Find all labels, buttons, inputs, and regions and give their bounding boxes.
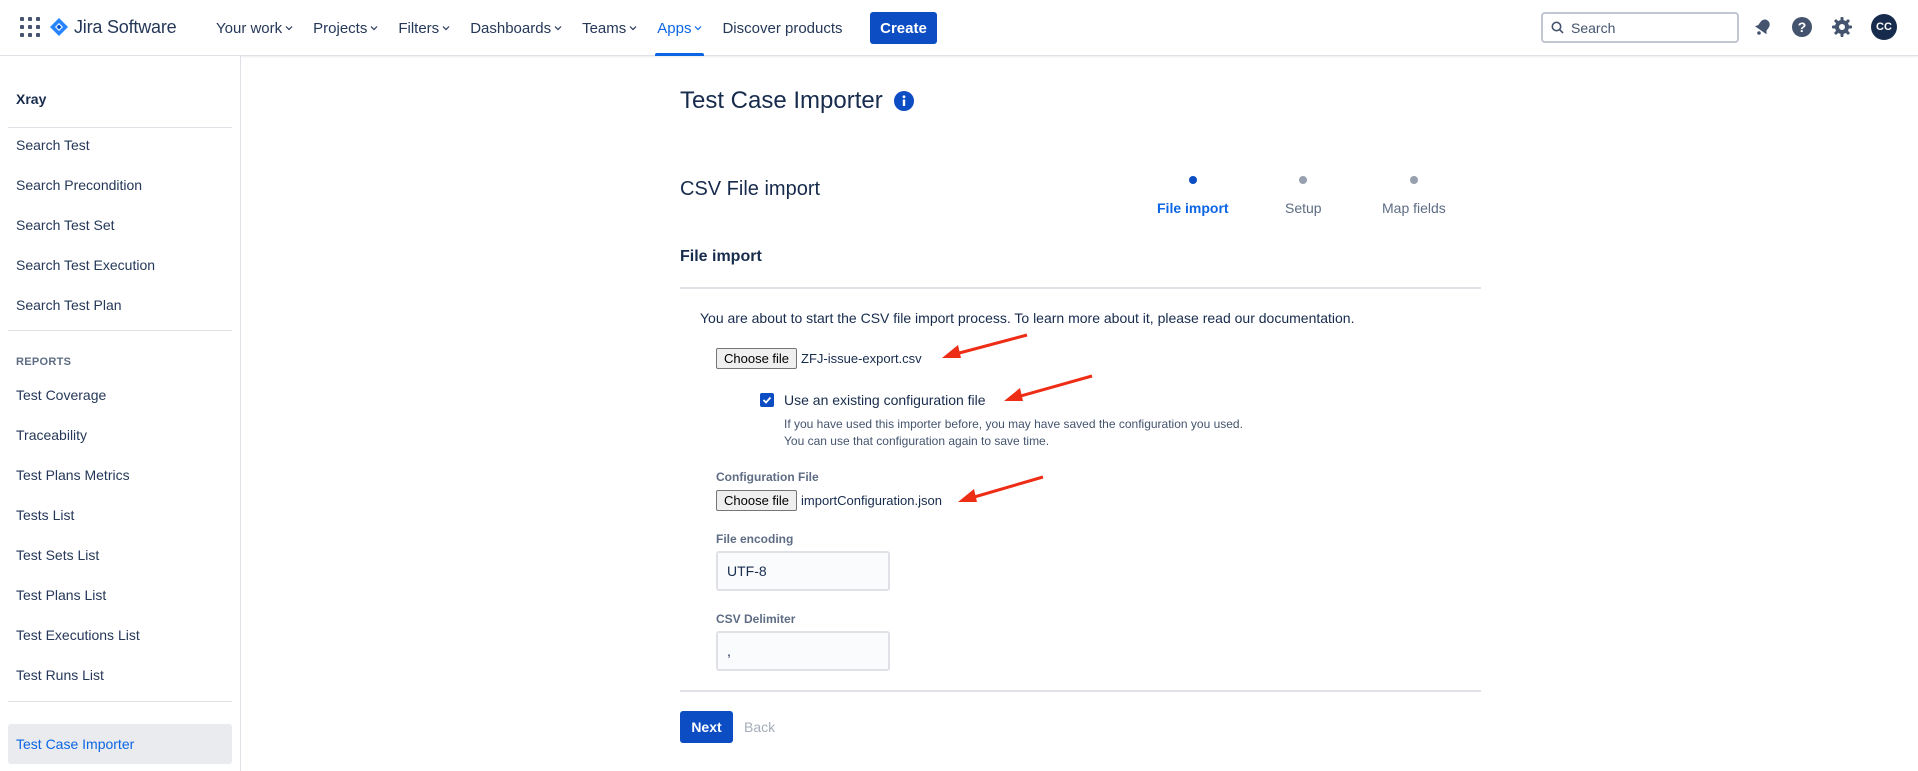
product-name: Jira Software — [74, 16, 177, 37]
sidebar: Xray Search Test Search Precondition Sea… — [0, 56, 241, 771]
sidebar-divider — [8, 330, 232, 331]
sidebar-item-test-plans-list[interactable]: Test Plans List — [16, 587, 106, 603]
nav-discover-products[interactable]: Discover products — [712, 0, 852, 56]
nav-your-work[interactable]: Your work — [206, 0, 303, 56]
sidebar-item-tests-list[interactable]: Tests List — [16, 507, 74, 523]
sidebar-item-search-test-plan[interactable]: Search Test Plan — [16, 297, 122, 313]
config-file-name: importConfiguration.json — [801, 493, 942, 508]
use-config-option[interactable]: Use an existing configuration file — [760, 392, 986, 408]
step-label: Setup — [1285, 200, 1322, 216]
nav-apps[interactable]: Apps — [647, 0, 712, 56]
search-input[interactable] — [1571, 19, 1721, 36]
sidebar-item-test-coverage[interactable]: Test Coverage — [16, 387, 106, 403]
annotation-arrow-icon — [942, 333, 1028, 358]
nav-label: Teams — [582, 19, 627, 37]
sidebar-item-test-runs-list[interactable]: Test Runs List — [16, 667, 104, 683]
choose-config-file-button[interactable]: Choose file — [716, 490, 798, 511]
step-dot — [1299, 176, 1308, 184]
chevron-down-icon — [442, 26, 450, 31]
section-title: CSV File import — [680, 178, 821, 200]
user-avatar[interactable]: CC — [1871, 14, 1897, 40]
step-label: File import — [1157, 200, 1229, 216]
chevron-down-icon — [629, 26, 637, 31]
step-label: Map fields — [1382, 200, 1446, 216]
nav-label: Filters — [398, 19, 440, 37]
chevron-down-icon — [695, 26, 702, 31]
primary-nav: Your work Projects Filters Dashboards Te… — [206, 0, 853, 56]
help-icon[interactable]: ? — [1790, 15, 1814, 39]
next-button[interactable]: Next — [680, 711, 733, 743]
jira-logo[interactable]: Jira Software — [50, 14, 177, 40]
sidebar-item-test-executions-list[interactable]: Test Executions List — [16, 627, 140, 643]
divider — [680, 690, 1481, 692]
chevron-down-icon — [285, 26, 293, 31]
use-config-label: Use an existing configuration file — [784, 392, 986, 408]
choose-file-button[interactable]: Choose file — [716, 348, 798, 369]
sidebar-item-search-test[interactable]: Search Test — [16, 137, 90, 153]
use-config-checkbox[interactable] — [760, 393, 774, 407]
nav-label: Your work — [216, 19, 283, 37]
step-map-fields: Map fields — [1382, 176, 1446, 216]
chevron-down-icon — [370, 26, 378, 31]
nav-label: Discover products — [722, 19, 843, 37]
annotation-arrow-icon — [958, 475, 1044, 502]
nav-label: Dashboards — [470, 19, 552, 37]
step-file-import: File import — [1157, 176, 1229, 216]
nav-teams[interactable]: Teams — [572, 0, 647, 56]
csv-file-picker[interactable]: Choose file ZFJ-issue-export.csv — [716, 348, 922, 369]
divider — [680, 287, 1481, 289]
config-file-picker[interactable]: Choose file importConfiguration.json — [716, 490, 942, 511]
step-setup: Setup — [1285, 176, 1322, 216]
app-switcher-icon[interactable] — [20, 17, 40, 37]
sidebar-item-traceability[interactable]: Traceability — [16, 427, 87, 443]
svg-text:?: ? — [1798, 19, 1807, 35]
step-dot — [1188, 176, 1197, 184]
search-icon — [1551, 21, 1564, 34]
notifications-icon[interactable] — [1751, 15, 1775, 39]
create-button[interactable]: Create — [870, 12, 937, 44]
sidebar-divider — [8, 701, 232, 702]
use-config-help: If you have used this importer before, y… — [784, 417, 1243, 448]
search-box[interactable] — [1541, 12, 1739, 43]
delimiter-label: CSV Delimiter — [716, 612, 796, 626]
intro-text: You are about to start the CSV file impo… — [700, 310, 1355, 326]
subsection-title: File import — [680, 248, 762, 265]
checkmark-icon — [762, 396, 772, 404]
encoding-label: File encoding — [716, 532, 794, 546]
encoding-input[interactable] — [716, 551, 890, 591]
sidebar-item-search-test-execution[interactable]: Search Test Execution — [16, 257, 155, 273]
annotation-arrow-icon — [1004, 374, 1093, 401]
jira-logo-icon — [50, 18, 68, 36]
nav-filters[interactable]: Filters — [388, 0, 460, 56]
sidebar-divider — [8, 127, 232, 128]
csv-file-name: ZFJ-issue-export.csv — [801, 351, 922, 366]
config-file-label: Configuration File — [716, 470, 819, 484]
sidebar-item-search-test-set[interactable]: Search Test Set — [16, 217, 115, 233]
sidebar-item-test-case-importer[interactable]: Test Case Importer — [8, 724, 232, 764]
reports-heading: REPORTS — [16, 356, 72, 368]
nav-label: Projects — [313, 19, 368, 37]
sidebar-item-search-precondition[interactable]: Search Precondition — [16, 177, 142, 193]
nav-projects[interactable]: Projects — [303, 0, 388, 56]
sidebar-title: Xray — [16, 91, 47, 107]
delimiter-input[interactable] — [716, 631, 890, 671]
step-dot — [1409, 176, 1418, 184]
nav-dashboards[interactable]: Dashboards — [460, 0, 572, 56]
sidebar-item-test-plans-metrics[interactable]: Test Plans Metrics — [16, 467, 130, 483]
chevron-down-icon — [554, 26, 562, 31]
page-title: Test Case Importer — [680, 87, 883, 114]
nav-label: Apps — [657, 19, 692, 37]
settings-icon[interactable] — [1830, 15, 1854, 39]
info-icon[interactable] — [894, 91, 914, 111]
back-button[interactable]: Back — [744, 711, 775, 743]
sidebar-item-test-sets-list[interactable]: Test Sets List — [16, 547, 99, 563]
top-navigation: Jira Software Your work Projects Filters… — [0, 0, 1918, 56]
